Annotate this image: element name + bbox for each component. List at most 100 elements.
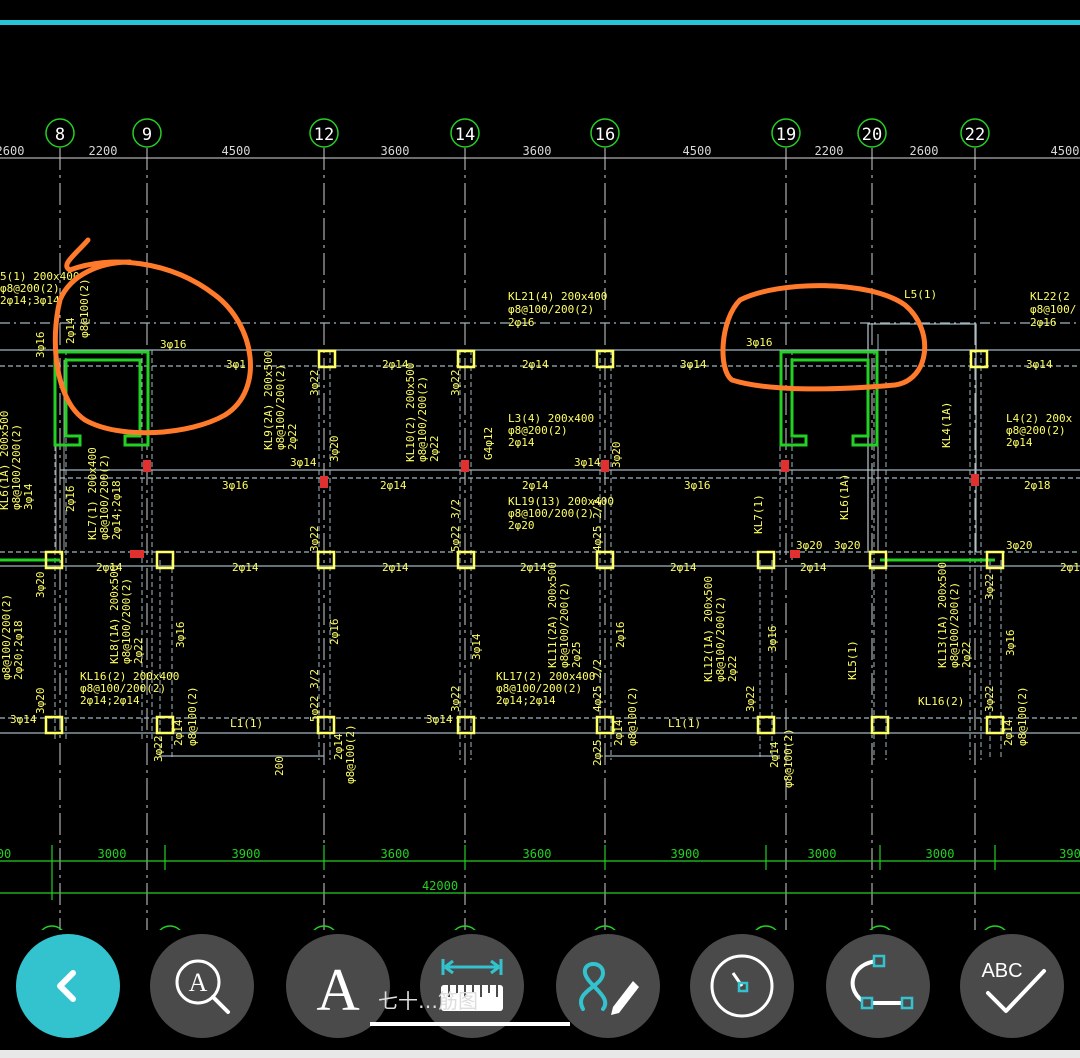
vertical-rebar-label: 4φ25 2/2 bbox=[591, 659, 604, 712]
beam-label: 2φ14;2φ14 bbox=[496, 694, 556, 707]
vertical-rebar-label: 4φ25 2/2 bbox=[591, 499, 604, 552]
beam-label: 2φ20 bbox=[508, 519, 535, 532]
vertical-rebar-label: G4φ12 bbox=[482, 427, 495, 460]
vertical-rebar-label: 3φ22 bbox=[983, 574, 996, 601]
rebar-label: 2φ14 bbox=[382, 561, 409, 574]
dim-text: 3000 bbox=[808, 847, 837, 861]
rebar-label: 200 bbox=[273, 756, 286, 776]
vertical-beam-label: 2φ22 bbox=[726, 656, 739, 683]
total-dim-text: 42000 bbox=[422, 879, 458, 893]
dim-text: 3600 bbox=[381, 144, 410, 158]
search-text-icon: A bbox=[175, 959, 230, 1014]
vertical-rebar-label: φ8@100(2) bbox=[78, 278, 91, 338]
beam-label: 2φ14;3φ14 bbox=[0, 294, 60, 307]
vertical-rebar-label: 3φ20 bbox=[610, 442, 623, 469]
rebar-label: 3φ1 bbox=[226, 358, 246, 371]
vertical-rebar-label: 2φ16 bbox=[328, 619, 341, 646]
dim-text: 3000 bbox=[98, 847, 127, 861]
annotation-circles bbox=[52, 237, 928, 436]
spell-check-button[interactable]: ABC bbox=[960, 934, 1064, 1038]
axis-label: 14 bbox=[455, 125, 475, 145]
vertical-rebar-label: 3φ20 bbox=[34, 572, 47, 599]
dim-text: 00 bbox=[0, 847, 11, 861]
beam-label: L5(1) bbox=[904, 288, 937, 301]
rebar-label: 2φ14 bbox=[670, 561, 697, 574]
vertical-beam-label: 2φ20;2φ18 bbox=[12, 620, 25, 680]
vertical-rebar-label: 3φ22 bbox=[449, 686, 462, 713]
dim-text: 4500 bbox=[222, 144, 251, 158]
rebar-label: 3φ16 bbox=[222, 479, 249, 492]
dim-text: 4500 bbox=[683, 144, 712, 158]
beam-label: KL16(2) bbox=[918, 695, 964, 708]
dim-text: 3000 bbox=[926, 847, 955, 861]
polyline-button[interactable] bbox=[826, 934, 930, 1038]
vertical-rebar-label: 2φ25 bbox=[591, 740, 604, 767]
clock-icon bbox=[710, 954, 774, 1018]
axis-label: 16 bbox=[595, 125, 615, 145]
vertical-rebar-label: 2φ16 bbox=[64, 486, 77, 513]
vertical-beam-label: KL5(1) bbox=[846, 640, 859, 680]
dim-text: 3900 bbox=[671, 847, 700, 861]
clock-button[interactable] bbox=[690, 934, 794, 1038]
drawing-title-underline bbox=[370, 1022, 570, 1026]
text-tool-letter: A bbox=[316, 957, 359, 1018]
rebar-label: 3φ16 bbox=[684, 479, 711, 492]
search-text-letter: A bbox=[189, 968, 208, 997]
chevron-left-icon bbox=[57, 970, 76, 1002]
vertical-rebar-label: 3φ20 bbox=[328, 436, 341, 463]
rebar-label: 3φ20 bbox=[834, 539, 861, 552]
vertical-rebar-label: 3φ22 bbox=[308, 526, 321, 553]
vertical-beam-label: KL7(1) bbox=[752, 494, 765, 534]
sketch-button[interactable] bbox=[556, 934, 660, 1038]
text-icon: A bbox=[316, 957, 359, 1018]
back-button[interactable] bbox=[16, 934, 120, 1038]
vertical-rebar-label: 2φ14 bbox=[64, 317, 77, 344]
dim-text: 390 bbox=[1059, 847, 1080, 861]
vertical-rebar-label: 2φ14 bbox=[612, 719, 625, 746]
rebar-label: 2φ14 bbox=[800, 561, 827, 574]
rebar-label: 3φ20 bbox=[1006, 539, 1033, 552]
rebar-label: 3φ14 bbox=[1026, 358, 1053, 371]
drawing-title: 七十…筋图 bbox=[378, 989, 478, 1013]
rebar-label: 2φ18 bbox=[1024, 479, 1051, 492]
rebar-label: 3φ14 bbox=[10, 713, 37, 726]
vertical-rebar-label: 2φ16 bbox=[614, 622, 627, 649]
rebar-label: 3φ16 bbox=[160, 338, 187, 351]
axis-label: 19 bbox=[776, 125, 796, 145]
vertical-rebar-label: 3φ22 bbox=[983, 686, 996, 713]
vertical-rebar-label: φ8@100(2) bbox=[1016, 686, 1029, 746]
beam-label: KL21(4) 200x400 bbox=[508, 290, 607, 303]
vertical-rebar-label: 3φ20 bbox=[34, 688, 47, 715]
bottom-strip bbox=[0, 1050, 1080, 1058]
dim-text: 2200 bbox=[89, 144, 118, 158]
vertical-rebar-label: 3φ22 bbox=[152, 736, 165, 763]
dim-text: 4500 bbox=[1051, 144, 1080, 158]
vertical-beam-label: 2φ25 bbox=[570, 642, 583, 669]
search-text-button[interactable]: A bbox=[150, 934, 254, 1038]
dim-text: 3900 bbox=[232, 847, 261, 861]
vertical-rebar-label: φ8@100(2) bbox=[186, 686, 199, 746]
dim-text: 2600 bbox=[910, 144, 939, 158]
polyline-icon bbox=[850, 954, 914, 1010]
dim-text: 2200 bbox=[815, 144, 844, 158]
beam-label: KL22(2 bbox=[1030, 290, 1070, 303]
rebar-label: 3φ14 bbox=[290, 456, 317, 469]
dim-text: 3600 bbox=[523, 847, 552, 861]
dim-text: 2600 bbox=[0, 144, 24, 158]
vertical-beam-label: 3φ14 bbox=[22, 483, 35, 510]
vertical-rebar-label: 3φ22 bbox=[308, 370, 321, 397]
beam-label: 2φ14;2φ14 bbox=[80, 694, 140, 707]
vertical-rebar-label: 2φ14 bbox=[1002, 719, 1015, 746]
cad-viewer[interactable]: 8 9 12 14 16 19 20 22 7 10 12 14 16 18 2… bbox=[0, 0, 1080, 1058]
beam-label: L1(1) bbox=[230, 717, 263, 730]
vertical-beam-label: 2φ22 bbox=[960, 642, 973, 669]
vertical-beam-label: KL4(1A) bbox=[940, 402, 953, 448]
vertical-rebar-label: 3φ22 bbox=[449, 370, 462, 397]
dim-text: 3600 bbox=[381, 847, 410, 861]
vertical-rebar-label: φ8@100(2) bbox=[344, 724, 357, 784]
vertical-rebar-label: 3φ16 bbox=[1004, 630, 1017, 657]
pen-curve-icon bbox=[579, 962, 639, 1015]
structural-drawing[interactable]: 8 9 12 14 16 19 20 22 7 10 12 14 16 18 2… bbox=[0, 0, 1080, 930]
axis-label: 22 bbox=[965, 125, 985, 145]
rebar-label: 2φ14 bbox=[522, 479, 549, 492]
